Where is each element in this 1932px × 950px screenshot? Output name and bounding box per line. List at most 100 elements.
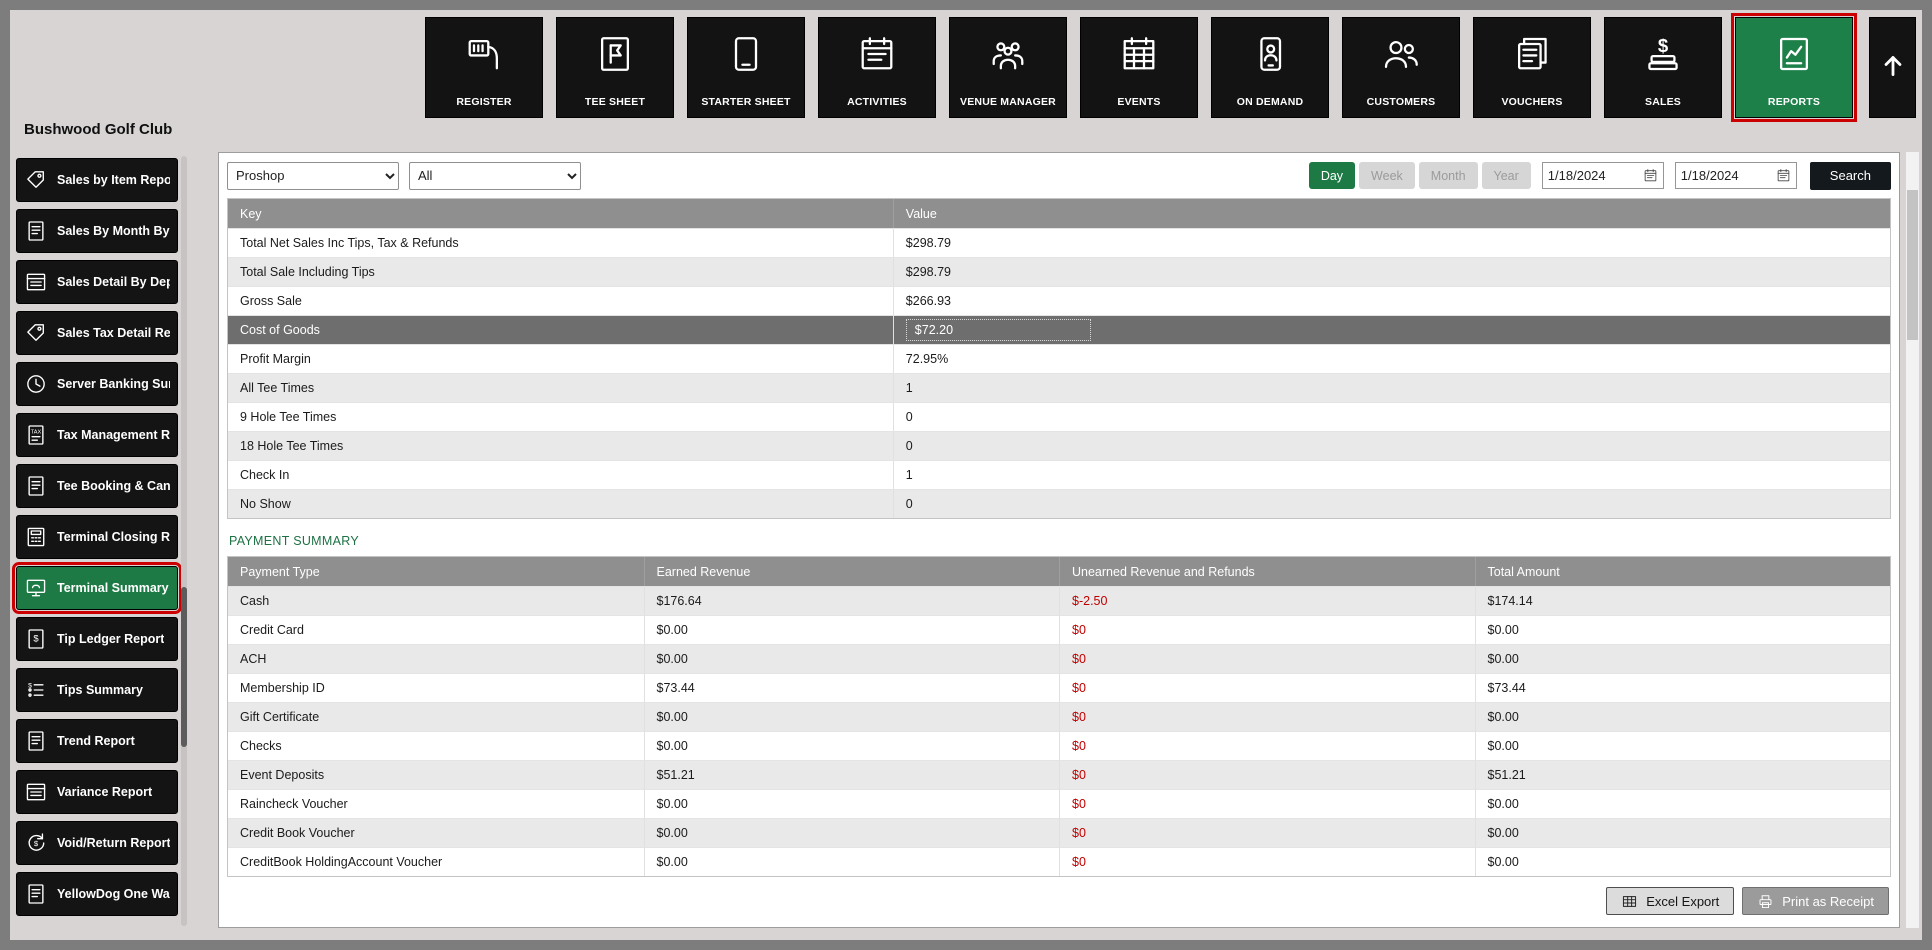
payment-row-gift-certificate[interactable]: Gift Certificate $0.00 $0 $0.00 <box>228 702 1890 731</box>
page-scrollbar-thumb[interactable] <box>1907 190 1918 340</box>
app-tile-customers[interactable]: CUSTOMERS <box>1342 17 1460 118</box>
summary-row-profit-margin[interactable]: Profit Margin 72.95% <box>228 344 1890 373</box>
sidebar-item-label: Tee Booking & Cance... <box>57 479 170 493</box>
payment-row-credit-card[interactable]: Credit Card $0.00 $0 $0.00 <box>228 615 1890 644</box>
unearned-revenue-cell: $0 <box>1059 732 1475 760</box>
unearned-revenue-cell: $0 <box>1059 703 1475 731</box>
unearned-revenue-cell: $0 <box>1059 674 1475 702</box>
payment-row-event-deposits[interactable]: Event Deposits $51.21 $0 $51.21 <box>228 760 1890 789</box>
calendar-icon[interactable] <box>1643 168 1658 183</box>
app-nav: REGISTER TEE SHEET STARTER SHEET ACTIVITIES… <box>425 13 1857 122</box>
payment-row-membership-id[interactable]: Membership ID $73.44 $0 $73.44 <box>228 673 1890 702</box>
date-from-input[interactable] <box>1547 168 1640 183</box>
sidebar-scrollbar-thumb[interactable] <box>181 587 187 748</box>
search-button[interactable]: Search <box>1809 161 1891 190</box>
app-tile-register[interactable]: REGISTER <box>425 17 543 118</box>
payment-header-unearned: Unearned Revenue and Refunds <box>1059 557 1475 586</box>
period-month-button[interactable]: Month <box>1418 162 1478 189</box>
app-tile-sales[interactable]: $ SALES <box>1604 17 1722 118</box>
payment-row-raincheck-voucher[interactable]: Raincheck Voucher $0.00 $0 $0.00 <box>228 789 1890 818</box>
tips-list-icon: $ <box>24 678 48 702</box>
sales-icon: $ <box>1643 18 1683 89</box>
page-scrollbar <box>1906 152 1919 928</box>
summary-value-cell: $72.20 <box>892 316 1890 344</box>
monitor-icon <box>24 576 48 600</box>
svg-text:TAX: TAX <box>31 429 42 435</box>
summary-key-cell: Cost of Goods <box>240 323 320 337</box>
total-amount-cell: $0.00 <box>1474 848 1891 876</box>
unearned-revenue-cell: $0 <box>1059 645 1475 673</box>
earned-revenue-cell: $0.00 <box>643 848 1060 876</box>
excel-export-button[interactable]: Excel Export <box>1606 887 1735 915</box>
scroll-top-button[interactable] <box>1869 17 1916 118</box>
app-tile-events[interactable]: EVENTS <box>1080 17 1198 118</box>
earned-revenue-cell: $0.00 <box>643 732 1060 760</box>
payment-row-credit-book-voucher[interactable]: Credit Book Voucher $0.00 $0 $0.00 <box>228 818 1890 847</box>
payment-row-creditbook-holdingaccount-voucher[interactable]: CreditBook HoldingAccount Voucher $0.00 $0… <box>228 847 1890 876</box>
sidebar-item-label: Tax Management Re... <box>57 428 170 442</box>
total-amount-cell: $73.44 <box>1474 674 1891 702</box>
sidebar-item-terminal-summary[interactable]: Terminal Summary <box>12 562 182 614</box>
sidebar-item-label: Sales Detail By Depar... <box>57 275 170 289</box>
summary-row-gross-sale[interactable]: Gross Sale $266.93 <box>228 286 1890 315</box>
summary-row-9-hole-tee-times[interactable]: 9 Hole Tee Times 0 <box>228 402 1890 431</box>
sidebar-item-terminal-closing-rep[interactable]: Terminal Closing Rep... <box>16 515 178 559</box>
tee-sheet-icon <box>595 18 635 89</box>
payment-row-cash[interactable]: Cash $176.64 $-2.50 $174.14 <box>228 586 1890 615</box>
sidebar-item-sales-tax-detail-report[interactable]: Sales Tax Detail Report <box>16 311 178 355</box>
app-tile-vouchers[interactable]: VOUCHERS <box>1473 17 1591 118</box>
sidebar-item-trend-report[interactable]: Trend Report <box>16 719 178 763</box>
payment-row-ach[interactable]: ACH $0.00 $0 $0.00 <box>228 644 1890 673</box>
summary-row-no-show[interactable]: No Show 0 <box>228 489 1890 518</box>
doc-report-icon <box>24 219 48 243</box>
summary-row-total-net-sales-inc-tips-tax-refunds[interactable]: Total Net Sales Inc Tips, Tax & Refunds $… <box>228 228 1890 257</box>
summary-value-cell: 1 <box>892 461 1890 489</box>
doc-report-icon <box>24 882 48 906</box>
sidebar-item-sales-by-item-report[interactable]: Sales by Item Report <box>16 158 178 202</box>
summary-row-cost-of-goods[interactable]: Cost of Goods $72.20 <box>228 315 1890 344</box>
payment-row-checks[interactable]: Checks $0.00 $0 $0.00 <box>228 731 1890 760</box>
sale-tag-icon <box>24 168 48 192</box>
summary-row-check-in[interactable]: Check In 1 <box>228 460 1890 489</box>
summary-row-total-sale-including-tips[interactable]: Total Sale Including Tips $298.79 <box>228 257 1890 286</box>
summary-value-cell: 0 <box>892 403 1890 431</box>
sidebar-item-label: Tips Summary <box>57 683 143 697</box>
summary-key-cell: Total Sale Including Tips <box>240 265 375 279</box>
sidebar-item-yellowdog-one-way[interactable]: YellowDog One Way... <box>16 872 178 916</box>
app-tile-starter-sheet[interactable]: STARTER SHEET <box>687 17 805 118</box>
period-day-button[interactable]: Day <box>1308 162 1356 189</box>
excel-grid-icon <box>1621 893 1638 910</box>
terminal-select[interactable]: All <box>409 161 581 190</box>
date-to-field <box>1674 162 1797 189</box>
sidebar-item-sales-by-month-by-s[interactable]: Sales By Month By S... <box>16 209 178 253</box>
payment-type-cell: Membership ID <box>240 681 325 695</box>
app-tile-reports[interactable]: REPORTS <box>1731 13 1857 122</box>
sidebar-item-tips-summary[interactable]: $ Tips Summary <box>16 668 178 712</box>
sidebar-item-void-return-report[interactable]: $ Void/Return Report <box>16 821 178 865</box>
app-tile-venue-manager[interactable]: VENUE MANAGER <box>949 17 1067 118</box>
department-select[interactable]: Proshop <box>227 161 399 190</box>
print-as-receipt-button[interactable]: Print as Receipt <box>1742 887 1889 915</box>
summary-row-all-tee-times[interactable]: All Tee Times 1 <box>228 373 1890 402</box>
summary-value-cell: 0 <box>892 432 1890 460</box>
sidebar-item-label: Sales By Month By S... <box>57 224 170 238</box>
payment-type-cell: Checks <box>240 739 282 753</box>
sidebar-item-variance-report[interactable]: Variance Report <box>16 770 178 814</box>
sidebar-item-tip-ledger-report[interactable]: $ Tip Ledger Report <box>16 617 178 661</box>
summary-key-cell: 18 Hole Tee Times <box>240 439 344 453</box>
top-bar: Bushwood Golf Club REGISTER TEE SHEET STAR… <box>10 10 1922 142</box>
sidebar-item-tee-booking-cance[interactable]: Tee Booking & Cance... <box>16 464 178 508</box>
app-tile-tee-sheet[interactable]: TEE SHEET <box>556 17 674 118</box>
summary-row-18-hole-tee-times[interactable]: 18 Hole Tee Times 0 <box>228 431 1890 460</box>
period-year-button[interactable]: Year <box>1481 162 1531 189</box>
period-week-button[interactable]: Week <box>1359 162 1415 189</box>
app-tile-on-demand[interactable]: ON DEMAND <box>1211 17 1329 118</box>
tax-doc-icon: TAX <box>24 423 48 447</box>
sidebar-item-sales-detail-by-depar[interactable]: Sales Detail By Depar... <box>16 260 178 304</box>
app-tile-activities[interactable]: ACTIVITIES <box>818 17 936 118</box>
sidebar-item-tax-management-re[interactable]: TAX Tax Management Re... <box>16 413 178 457</box>
date-to-input[interactable] <box>1680 168 1773 183</box>
sidebar-item-server-banking-sum[interactable]: Server Banking Sum... <box>16 362 178 406</box>
summary-value-cell: $298.79 <box>892 229 1890 257</box>
calendar-icon[interactable] <box>1776 168 1791 183</box>
